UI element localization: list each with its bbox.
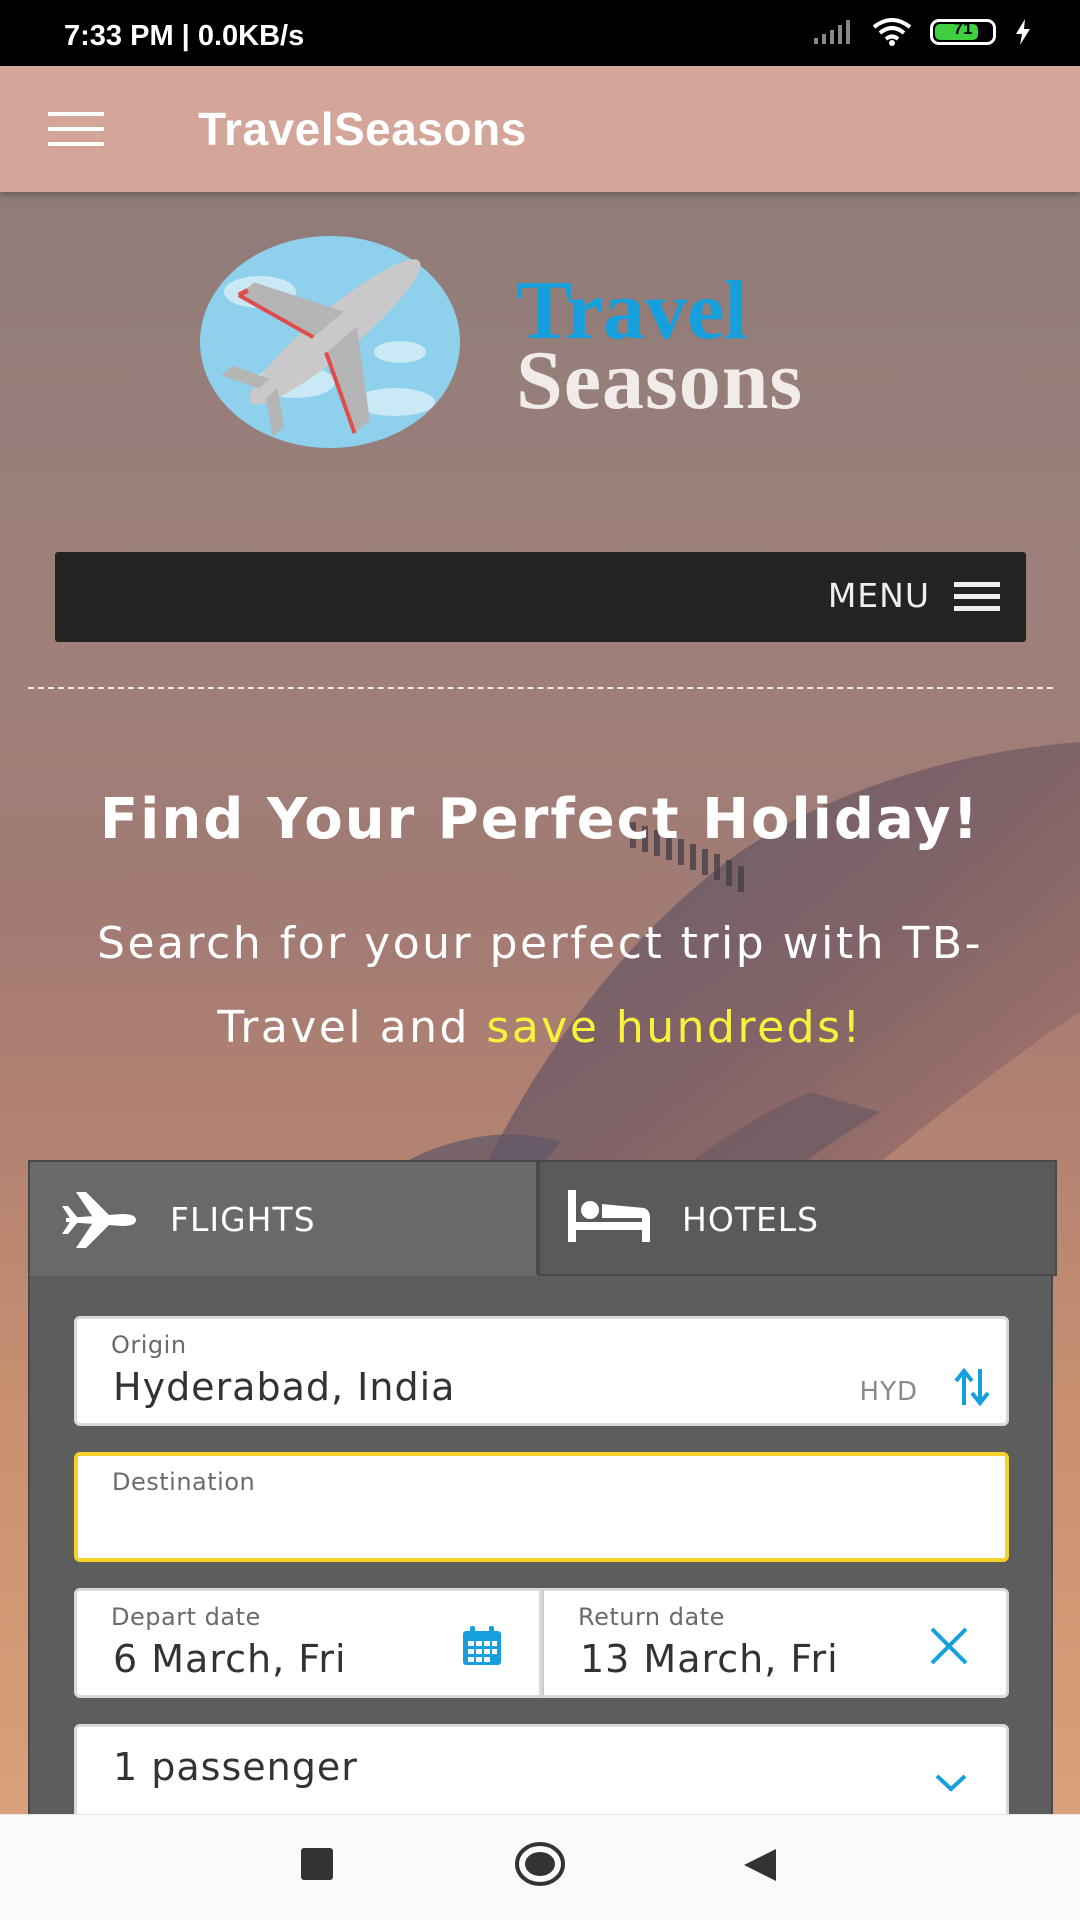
destination-label: Destination: [112, 1468, 256, 1496]
logo-text-seasons: Seasons: [516, 334, 804, 427]
status-icons: 71: [812, 18, 1032, 46]
origin-field[interactable]: Origin Hyderabad, India HYD: [74, 1316, 1009, 1426]
app-bar: TravelSeasons: [0, 66, 1080, 192]
divider: [28, 687, 1053, 689]
chevron-down-icon[interactable]: [934, 1773, 968, 1793]
close-icon[interactable]: [928, 1625, 970, 1667]
return-date-field[interactable]: Return date 13 March, Fri: [542, 1588, 1009, 1698]
hero-subtext: Search for your perfect trip with TB-Tra…: [40, 902, 1040, 1070]
passenger-selector[interactable]: 1 passenger economy class: [74, 1724, 1009, 1814]
charging-icon: [1016, 19, 1030, 45]
tab-hotels-label: HOTELS: [682, 1200, 820, 1239]
depart-date-field[interactable]: Depart date 6 March, Fri: [74, 1588, 542, 1698]
tab-flights[interactable]: FLIGHTS: [28, 1160, 538, 1276]
airplane-icon: [62, 1192, 136, 1248]
back-icon[interactable]: [742, 1847, 778, 1883]
depart-date-value: 6 March, Fri: [113, 1637, 347, 1681]
site-menu-button[interactable]: MENU: [55, 552, 1026, 642]
site-logo[interactable]: Travel Seasons: [200, 232, 860, 452]
tab-flights-label: FLIGHTS: [170, 1200, 316, 1239]
hero-subtext-highlight: save hundreds!: [486, 1002, 863, 1053]
signal-icon: [814, 20, 850, 44]
globe-airplane-icon: [200, 236, 460, 448]
home-icon[interactable]: [514, 1841, 566, 1887]
recents-icon[interactable]: [300, 1847, 334, 1881]
system-nav-bar: [0, 1814, 1080, 1920]
swap-icon[interactable]: [952, 1367, 992, 1407]
calendar-icon[interactable]: [461, 1625, 503, 1667]
menu-icon: [954, 582, 1000, 618]
status-bar: 7:33 PM | 0.0KB/s 71: [0, 0, 1080, 66]
battery-icon: 71: [930, 19, 996, 45]
depart-date-label: Depart date: [111, 1603, 261, 1631]
bed-icon: [568, 1190, 650, 1242]
origin-value: Hyderabad, India: [113, 1365, 456, 1409]
return-date-value: 13 March, Fri: [580, 1637, 839, 1681]
status-time: 7:33 PM | 0.0KB/s: [64, 20, 305, 52]
hero-headline: Find Your Perfect Holiday!: [99, 787, 981, 852]
passenger-count: 1 passenger: [113, 1745, 358, 1789]
search-panel: FLIGHTS HOTELS Origin Hyderabad, India H…: [28, 1160, 1057, 1814]
return-date-label: Return date: [578, 1603, 725, 1631]
hamburger-icon[interactable]: [48, 112, 104, 146]
wifi-icon: [872, 18, 912, 46]
destination-field[interactable]: Destination: [74, 1452, 1009, 1562]
app-title: TravelSeasons: [198, 103, 527, 155]
origin-airport-code: HYD: [859, 1377, 918, 1407]
origin-label: Origin: [111, 1331, 187, 1359]
tab-hotels[interactable]: HOTELS: [538, 1160, 1057, 1276]
site-menu-label: MENU: [827, 576, 930, 615]
web-content: Travel Seasons MENU Find Your Perfect Ho…: [0, 192, 1080, 1814]
